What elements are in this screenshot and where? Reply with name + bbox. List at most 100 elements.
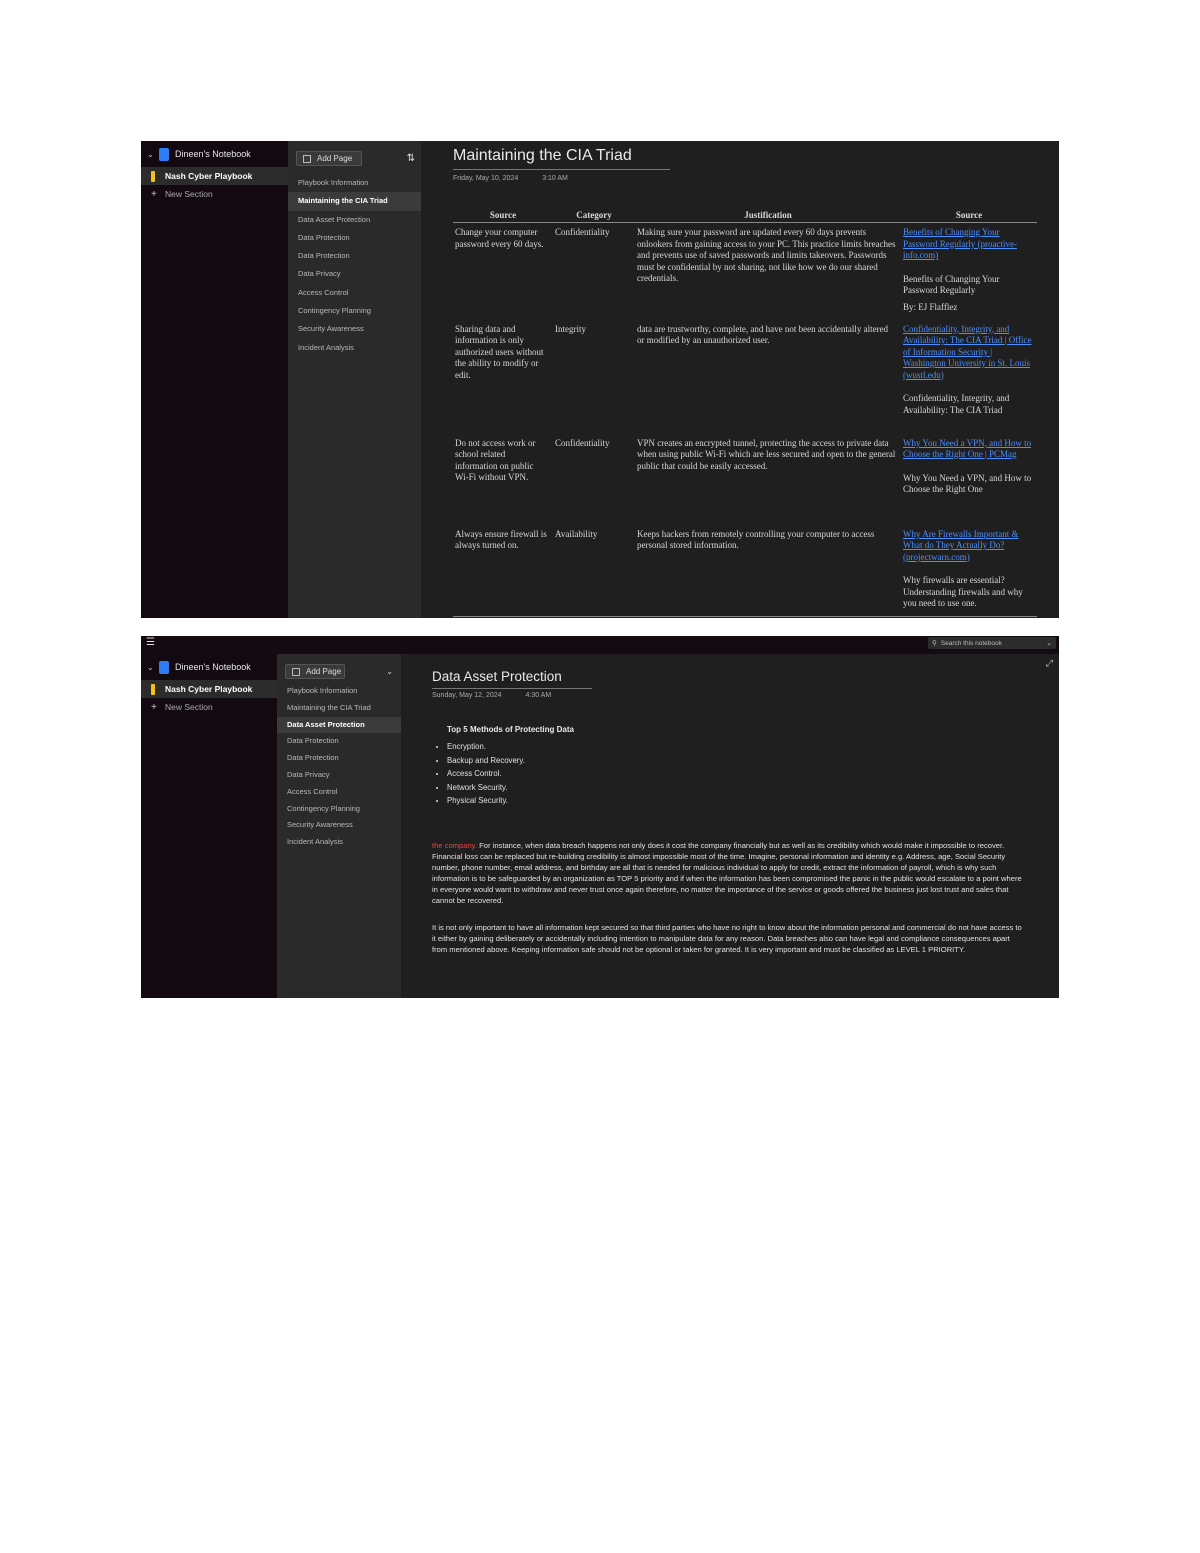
section-nash-cyber-playbook[interactable]: Nash Cyber Playbook bbox=[141, 680, 277, 698]
chevron-down-icon[interactable]: ⌄ bbox=[147, 663, 157, 672]
page-item[interactable]: Data Protection bbox=[288, 229, 421, 247]
paragraph-1-start: the company. bbox=[432, 840, 478, 850]
notebook-icon bbox=[159, 147, 169, 161]
cell-category: Confidentiality bbox=[555, 227, 610, 237]
page-item-active[interactable]: Maintaining the CIA Triad bbox=[288, 192, 421, 211]
page-item[interactable]: Security Awareness bbox=[288, 320, 421, 338]
page-item[interactable]: Playbook Information bbox=[288, 174, 421, 192]
cia-table[interactable]: Source Category Justification Source Cha… bbox=[453, 210, 1037, 617]
column-header: Source bbox=[453, 210, 553, 223]
add-section-button[interactable]: + New Section bbox=[141, 185, 288, 203]
notebook-header[interactable]: ⌄ Dineen's Notebook bbox=[141, 141, 288, 167]
reference-title: Why firewalls are essential? Understandi… bbox=[903, 575, 1023, 608]
paragraph-2[interactable]: It is not only important to have all inf… bbox=[432, 922, 1022, 955]
notebook-pane: ⌄ Dineen's Notebook Nash Cyber Playbook … bbox=[141, 141, 288, 618]
table-row: Change your computer password every 60 d… bbox=[453, 223, 1037, 320]
add-page-label: Add Page bbox=[317, 154, 353, 163]
page-title[interactable]: Maintaining the CIA Triad bbox=[453, 147, 670, 170]
add-page-button[interactable]: Add Page bbox=[285, 664, 345, 679]
page-content: ⤢ Data Asset Protection Sunday, May 12, … bbox=[401, 654, 1059, 998]
plus-icon: + bbox=[151, 188, 157, 200]
cell-category: Confidentiality bbox=[555, 437, 610, 448]
page-time: 4:30 AM bbox=[525, 692, 552, 699]
paragraph-1-rest: For instance, when data breach happens n… bbox=[432, 840, 1022, 905]
page-item[interactable]: Maintaining the CIA Triad bbox=[277, 700, 401, 717]
title-bar: ☰ ⚲ Search this notebook ⌄ bbox=[141, 636, 1059, 654]
cell-justification: Making sure your password are updated ev… bbox=[637, 227, 896, 283]
cell-source: Always ensure firewall is always turned … bbox=[453, 524, 553, 617]
sort-icon[interactable]: ⇅ bbox=[407, 153, 415, 164]
plus-icon: + bbox=[151, 701, 157, 713]
notebook-name: Dineen's Notebook bbox=[175, 149, 251, 159]
screenshot-onenote-data-asset-protection: ☰ ⚲ Search this notebook ⌄ ⌄ Dineen's No… bbox=[141, 636, 1059, 998]
column-header: Justification bbox=[635, 210, 901, 223]
notebook-icon bbox=[159, 660, 169, 674]
section-nash-cyber-playbook[interactable]: Nash Cyber Playbook bbox=[141, 167, 288, 185]
reference-title: Benefits of Changing Your Password Regul… bbox=[903, 273, 1000, 296]
page-date: Sunday, May 12, 2024 bbox=[432, 692, 502, 699]
page-date: Friday, May 10, 2024 bbox=[453, 175, 519, 182]
reference-title: Confidentiality, Integrity, and Availabi… bbox=[903, 393, 1010, 415]
page-item[interactable]: Data Privacy bbox=[277, 767, 401, 784]
section-tab-icon bbox=[151, 170, 155, 182]
reference-link[interactable]: Confidentiality, Integrity, and Availabi… bbox=[903, 324, 1033, 382]
column-header: Source bbox=[901, 210, 1037, 223]
hamburger-icon[interactable]: ☰ bbox=[146, 637, 155, 648]
page-item[interactable]: Data Privacy bbox=[288, 265, 421, 283]
add-page-icon bbox=[292, 667, 300, 676]
reference-author: By: EJ Flafflez bbox=[903, 301, 958, 312]
reference-link[interactable]: Benefits of Changing Your Password Regul… bbox=[903, 227, 1033, 262]
list-item: Encryption. bbox=[447, 740, 1059, 754]
cell-justification: Keeps hackers from remotely controlling … bbox=[635, 524, 901, 617]
page-item[interactable]: Data Asset Protection bbox=[288, 211, 421, 229]
list-item: Network Security. bbox=[447, 781, 1059, 795]
table-row: Always ensure firewall is always turned … bbox=[453, 524, 1037, 617]
page-title[interactable]: Data Asset Protection bbox=[432, 669, 592, 689]
add-section-button[interactable]: + New Section bbox=[141, 698, 277, 716]
section-tab-icon bbox=[151, 683, 155, 695]
chevron-down-icon[interactable]: ⌄ bbox=[386, 667, 393, 676]
expand-icon[interactable]: ⤢ bbox=[1046, 658, 1053, 669]
chevron-down-icon[interactable]: ⌄ bbox=[1046, 639, 1052, 647]
search-box[interactable]: ⚲ Search this notebook ⌄ bbox=[928, 637, 1056, 649]
page-item[interactable]: Data Protection bbox=[277, 750, 401, 767]
add-page-label: Add Page bbox=[306, 667, 342, 676]
table-row: Sharing data and information is only aut… bbox=[453, 320, 1037, 434]
cell-reference: Why You Need a VPN, and How to Choose th… bbox=[901, 434, 1037, 525]
cell-justification: VPN creates an encrypted tunnel, protect… bbox=[637, 437, 896, 471]
cell-source: Sharing data and information is only aut… bbox=[455, 323, 544, 380]
page-item[interactable]: Data Protection bbox=[288, 247, 421, 265]
search-placeholder: Search this notebook bbox=[940, 639, 1002, 647]
paragraph-1[interactable]: the company. For instance, when data bre… bbox=[432, 840, 1022, 906]
page-item[interactable]: Access Control bbox=[277, 784, 401, 801]
add-page-button[interactable]: Add Page bbox=[296, 151, 362, 166]
page-item[interactable]: Access Control bbox=[288, 284, 421, 302]
cell-reference: Why Are Firewalls Important & What do Th… bbox=[901, 524, 1037, 617]
page-list: Add Page ⌄ Playbook Information Maintain… bbox=[277, 654, 401, 998]
page-item[interactable]: Security Awareness bbox=[277, 817, 401, 834]
list-item: Physical Security. bbox=[447, 794, 1059, 808]
table-header-row: Source Category Justification Source bbox=[453, 210, 1037, 223]
page-timestamp: Sunday, May 12, 2024 4:30 AM bbox=[432, 692, 1059, 699]
notebook-header[interactable]: ⌄ Dineen's Notebook bbox=[141, 654, 277, 680]
page-item-active[interactable]: Data Asset Protection bbox=[277, 716, 401, 734]
column-header: Category bbox=[553, 210, 635, 223]
page-item[interactable]: Incident Analysis bbox=[277, 834, 401, 851]
page-item[interactable]: Playbook Information bbox=[277, 683, 401, 700]
page-item[interactable]: Contingency Planning bbox=[277, 801, 401, 818]
chevron-down-icon[interactable]: ⌄ bbox=[147, 150, 157, 159]
section-label: Nash Cyber Playbook bbox=[165, 684, 253, 694]
section-label: New Section bbox=[165, 702, 213, 712]
reference-link[interactable]: Why Are Firewalls Important & What do Th… bbox=[903, 529, 1033, 564]
reference-title: Why You Need a VPN, and How to Choose th… bbox=[903, 472, 1032, 495]
page-item[interactable]: Data Protection bbox=[277, 733, 401, 750]
notebook-name: Dineen's Notebook bbox=[175, 662, 251, 672]
table-row: Do not access work or school related inf… bbox=[453, 434, 1037, 525]
reference-link[interactable]: Why You Need a VPN, and How to Choose th… bbox=[903, 438, 1033, 461]
page-item[interactable]: Incident Analysis bbox=[288, 339, 421, 357]
screenshot-onenote-cia-triad: ⌄ Dineen's Notebook Nash Cyber Playbook … bbox=[141, 141, 1059, 618]
cell-source: Change your computer password every 60 d… bbox=[455, 227, 544, 249]
section-label: Nash Cyber Playbook bbox=[165, 171, 253, 181]
methods-heading: Top 5 Methods of Protecting Data bbox=[447, 725, 574, 734]
page-item[interactable]: Contingency Planning bbox=[288, 302, 421, 320]
